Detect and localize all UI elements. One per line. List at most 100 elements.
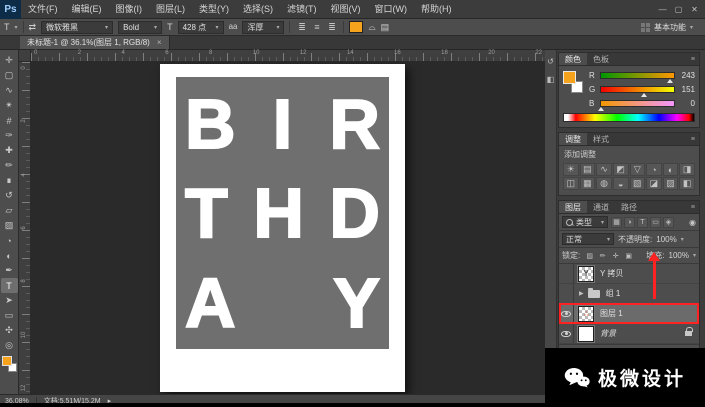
layer-row-group-1[interactable]: ▶ 组 1	[559, 284, 699, 304]
group-expand-icon[interactable]: ▶	[579, 290, 584, 297]
canvas-document[interactable]: BIR THD AY	[160, 64, 405, 392]
workspace-switcher[interactable]: 基本功能 ▾	[633, 21, 701, 34]
collapsed-history-icon[interactable]: ↺	[547, 57, 554, 66]
filter-pixel-icon[interactable]: ▦	[611, 217, 622, 228]
slider-thumb[interactable]	[667, 79, 673, 83]
window-control-button[interactable]: ✕	[687, 2, 702, 17]
clone-stamp-tool[interactable]: ∎	[1, 173, 18, 188]
healing-brush-tool[interactable]: ✚	[1, 143, 18, 158]
filter-toggle-icon[interactable]: ◉	[689, 218, 696, 227]
opacity-value[interactable]: 100%	[656, 235, 676, 244]
fill-value[interactable]: 100%	[669, 251, 689, 260]
type-tool[interactable]: T	[1, 278, 18, 293]
selective-color-icon[interactable]: ◧	[679, 177, 695, 190]
menu-item[interactable]: 图层(L)	[149, 0, 192, 18]
menu-item[interactable]: 类型(Y)	[192, 0, 236, 18]
layer-thumbnail[interactable]: ∴	[578, 306, 594, 322]
filter-adjustment-icon[interactable]: ◑	[624, 217, 635, 228]
black-white-icon[interactable]: ◨	[679, 163, 695, 176]
brush-tool[interactable]: ✏	[1, 158, 18, 173]
channel-mixer-icon[interactable]: ▦	[580, 177, 596, 190]
channel-value[interactable]: 0	[679, 99, 695, 108]
layer-filter-select[interactable]: 类型 ▾	[562, 216, 608, 228]
lock-all-icon[interactable]: ▣	[623, 250, 634, 261]
red-channel-slider[interactable]	[600, 72, 675, 79]
lock-pixels-icon[interactable]: ✏	[597, 250, 608, 261]
lasso-tool[interactable]: ∿	[1, 83, 18, 98]
threshold-icon[interactable]: ◪	[646, 177, 662, 190]
exposure-icon[interactable]: ◩	[613, 163, 629, 176]
menu-item[interactable]: 窗口(W)	[368, 0, 415, 18]
panel-tab[interactable]: 颜色	[559, 53, 587, 65]
lock-transparency-icon[interactable]: ▨	[584, 250, 595, 261]
visibility-toggle[interactable]	[559, 324, 574, 343]
window-control-button[interactable]: —	[655, 2, 670, 17]
filter-type-icon[interactable]: T	[637, 217, 648, 228]
panel-tab[interactable]: 通道	[587, 201, 615, 213]
font-size-select[interactable]: 428 点 ▾	[178, 21, 224, 34]
eraser-tool[interactable]: ▱	[1, 203, 18, 218]
posterize-icon[interactable]: ▧	[630, 177, 646, 190]
color-spectrum-bar[interactable]	[563, 113, 695, 122]
panel-menu-icon[interactable]: ≡	[687, 53, 699, 65]
color-lookup-icon[interactable]: ◍	[596, 177, 612, 190]
curves-icon[interactable]: ∿	[596, 163, 612, 176]
color-balance-icon[interactable]: ◐	[663, 163, 679, 176]
menu-item[interactable]: 图像(I)	[109, 0, 150, 18]
gradient-tool[interactable]: ▨	[1, 218, 18, 233]
window-control-button[interactable]: ▢	[671, 2, 686, 17]
layer-thumbnail[interactable]	[578, 326, 594, 342]
collapsed-properties-icon[interactable]: ◧	[547, 75, 555, 84]
blend-mode-select[interactable]: 正常 ▾	[562, 233, 614, 245]
panel-tab[interactable]: 图层	[559, 201, 587, 213]
vibrance-icon[interactable]: ▽	[630, 163, 646, 176]
marquee-tool[interactable]: ▢	[1, 68, 18, 83]
shape-tool[interactable]: ▭	[1, 308, 18, 323]
menu-item[interactable]: 视图(V)	[324, 0, 368, 18]
crop-tool[interactable]: #	[1, 113, 18, 128]
levels-icon[interactable]: ▤	[580, 163, 596, 176]
filter-smart-icon[interactable]: ◈	[663, 217, 674, 228]
visibility-toggle[interactable]	[559, 304, 574, 323]
text-orientation-icon[interactable]: ⇄	[29, 23, 37, 32]
panel-tab[interactable]: 路径	[615, 201, 643, 213]
pen-tool[interactable]: ✒	[1, 263, 18, 278]
warp-text-icon[interactable]: ⌓	[368, 23, 375, 32]
lock-position-icon[interactable]: ✛	[610, 250, 621, 261]
visibility-toggle[interactable]	[559, 284, 574, 303]
hand-tool[interactable]: ✣	[1, 323, 18, 338]
dodge-tool[interactable]: ◐	[1, 248, 18, 263]
path-selection-tool[interactable]: ➤	[1, 293, 18, 308]
blue-channel-slider[interactable]	[600, 100, 675, 107]
tool-preset-icon[interactable]: T	[4, 23, 10, 32]
close-tab-icon[interactable]: ×	[157, 38, 162, 47]
channel-value[interactable]: 243	[679, 71, 695, 80]
align-left-icon[interactable]: ≣	[295, 21, 308, 34]
layer-thumbnail[interactable]: Y	[578, 266, 594, 282]
quick-selection-tool[interactable]: ✴	[1, 98, 18, 113]
channel-value[interactable]: 151	[679, 85, 695, 94]
eyedropper-tool[interactable]: ✑	[1, 128, 18, 143]
text-color-swatch[interactable]	[349, 21, 363, 33]
anti-alias-select[interactable]: 浑厚 ▾	[242, 21, 284, 34]
font-style-select[interactable]: Bold ▾	[118, 21, 162, 34]
layer-row-layer-1[interactable]: ∴ 图层 1	[559, 304, 699, 324]
panel-tab[interactable]: 调整	[559, 133, 587, 145]
panel-tab[interactable]: 样式	[587, 133, 615, 145]
align-center-icon[interactable]: ≡	[310, 21, 323, 34]
foreground-color-swatch[interactable]	[2, 356, 12, 366]
font-family-select[interactable]: 微软雅黑 ▾	[41, 21, 113, 34]
layer-row-background[interactable]: 背景	[559, 324, 699, 344]
zoom-tool[interactable]: ◎	[1, 338, 18, 353]
move-tool[interactable]: ✛	[1, 53, 18, 68]
layer-row-y-copy[interactable]: Y Y 拷贝	[559, 264, 699, 284]
panel-menu-icon[interactable]: ≡	[687, 133, 699, 145]
brightness-contrast-icon[interactable]: ☀	[563, 163, 579, 176]
slider-thumb[interactable]	[598, 107, 604, 111]
invert-icon[interactable]: ◒	[613, 177, 629, 190]
menu-item[interactable]: 滤镜(T)	[280, 0, 324, 18]
foreground-color-swatch[interactable]	[563, 71, 576, 84]
blur-tool[interactable]: ◔	[1, 233, 18, 248]
gradient-map-icon[interactable]: ▨	[663, 177, 679, 190]
document-tab[interactable]: 未标题-1 @ 36.1%(图层 1, RGB/8) ×	[20, 36, 170, 49]
